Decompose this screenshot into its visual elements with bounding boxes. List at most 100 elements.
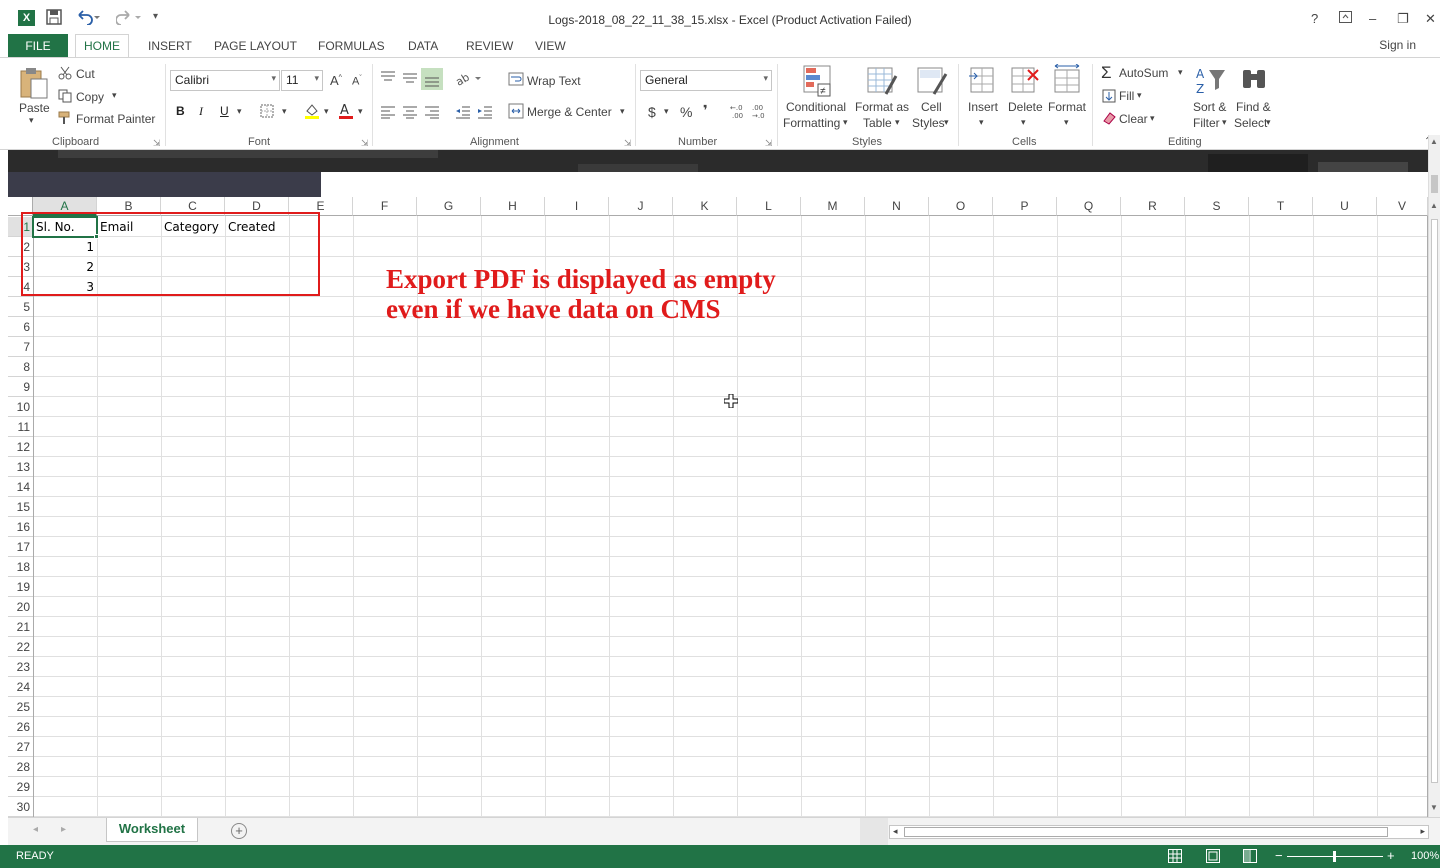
fill-color-dropdown-icon[interactable]: ▾ xyxy=(324,106,329,117)
split-handle[interactable] xyxy=(860,818,888,845)
number-format-select[interactable]: General ▾ xyxy=(640,70,772,91)
font-launcher-icon[interactable]: ⇲ xyxy=(361,138,369,149)
increase-indent-icon[interactable] xyxy=(477,105,493,122)
italic-button[interactable]: I xyxy=(199,104,203,119)
format-as-table-label[interactable]: Format as xyxy=(855,100,909,114)
align-top-icon[interactable] xyxy=(380,70,396,87)
row-header[interactable]: 22 xyxy=(8,637,33,657)
paste-icon[interactable] xyxy=(18,66,50,103)
row-header[interactable]: 11 xyxy=(8,417,33,437)
align-bottom-icon[interactable] xyxy=(421,68,443,93)
tab-insert[interactable]: INSERT xyxy=(148,39,192,53)
paste-label[interactable]: Paste xyxy=(19,101,50,115)
row-header[interactable]: 25 xyxy=(8,697,33,717)
column-header[interactable]: G xyxy=(417,197,481,216)
fill-dropdown-icon[interactable]: ▾ xyxy=(1137,90,1142,101)
format-painter-label[interactable]: Format Painter xyxy=(76,112,155,126)
insert-dropdown-icon[interactable]: ▾ xyxy=(979,117,984,128)
prev-sheet-icon[interactable]: ◂ xyxy=(33,824,38,835)
tab-review[interactable]: REVIEW xyxy=(466,39,513,53)
ribbon-display-icon[interactable] xyxy=(1339,11,1352,26)
shrink-font-icon[interactable]: Aˇ xyxy=(352,75,362,88)
customize-qat-icon[interactable]: ▾ xyxy=(153,11,158,22)
zoom-out-icon[interactable]: − xyxy=(1275,848,1283,863)
zoom-slider-thumb[interactable] xyxy=(1333,851,1336,862)
column-header[interactable]: L xyxy=(737,197,801,216)
increase-decimal-icon[interactable]: ←.0.00 xyxy=(730,103,748,122)
row-header[interactable]: 6 xyxy=(8,317,33,337)
column-header[interactable]: F xyxy=(353,197,417,216)
autosum-label[interactable]: AutoSum xyxy=(1119,66,1168,80)
cut-label[interactable]: Cut xyxy=(76,67,95,81)
align-center-icon[interactable] xyxy=(402,105,418,122)
conditional-formatting-icon[interactable]: ≠ xyxy=(802,64,832,101)
delete-cells-label[interactable]: Delete xyxy=(1008,100,1043,114)
orientation-icon[interactable]: ab xyxy=(453,70,481,89)
tab-view[interactable]: VIEW xyxy=(535,39,566,53)
decrease-indent-icon[interactable] xyxy=(455,105,471,122)
number-launcher-icon[interactable]: ⇲ xyxy=(765,138,773,149)
font-color-icon[interactable]: A xyxy=(337,102,355,123)
fill-color-icon[interactable] xyxy=(303,102,321,123)
underline-button[interactable]: U xyxy=(220,104,229,118)
autosum-icon[interactable]: Σ xyxy=(1101,63,1112,83)
row-header[interactable]: 14 xyxy=(8,477,33,497)
column-header[interactable]: M xyxy=(801,197,865,216)
column-header[interactable]: J xyxy=(609,197,673,216)
next-sheet-icon[interactable]: ▸ xyxy=(61,824,66,835)
merge-dropdown-icon[interactable]: ▾ xyxy=(620,106,625,117)
row-header[interactable]: 12 xyxy=(8,437,33,457)
currency-button[interactable]: $ xyxy=(648,104,656,120)
row-header[interactable]: 5 xyxy=(8,297,33,317)
scroll-up-icon[interactable]: ▲ xyxy=(1430,137,1438,146)
currency-dropdown-icon[interactable]: ▾ xyxy=(664,106,669,117)
vertical-scrollbar[interactable]: ▲ ▲ ▼ xyxy=(1428,135,1440,817)
copy-dropdown-icon[interactable]: ▾ xyxy=(112,90,117,101)
row-header[interactable]: 8 xyxy=(8,357,33,377)
sort-filter-icon[interactable]: AZ xyxy=(1195,66,1227,99)
format-cells-label[interactable]: Format xyxy=(1048,100,1086,114)
font-color-dropdown-icon[interactable]: ▾ xyxy=(358,106,363,117)
copy-label[interactable]: Copy xyxy=(76,90,104,104)
redo-icon[interactable] xyxy=(115,9,142,28)
scroll-thumb[interactable] xyxy=(1431,175,1438,193)
fill-icon[interactable] xyxy=(1102,89,1116,106)
tab-page-layout[interactable]: PAGE LAYOUT xyxy=(214,39,297,53)
wrap-text-icon[interactable] xyxy=(508,72,524,89)
row-header[interactable]: 13 xyxy=(8,457,33,477)
tab-data[interactable]: DATA xyxy=(408,39,438,53)
decrease-decimal-icon[interactable]: .00 →.0 xyxy=(752,103,770,122)
clear-icon[interactable] xyxy=(1102,111,1116,128)
restore-button[interactable]: ❐ xyxy=(1397,11,1409,27)
cell-styles-icon[interactable] xyxy=(916,64,948,101)
column-header[interactable]: K xyxy=(673,197,737,216)
row-header[interactable]: 18 xyxy=(8,557,33,577)
help-button[interactable]: ? xyxy=(1311,11,1318,26)
column-header[interactable]: H xyxy=(481,197,545,216)
delete-cells-icon[interactable] xyxy=(1010,64,1040,99)
paste-dropdown-icon[interactable]: ▾ xyxy=(29,115,34,126)
column-header[interactable]: O xyxy=(929,197,993,216)
horizontal-scroll-thumb[interactable] xyxy=(904,827,1388,837)
format-dropdown-icon[interactable]: ▾ xyxy=(1064,117,1069,128)
page-layout-view-icon[interactable] xyxy=(1206,849,1220,866)
save-icon[interactable] xyxy=(46,9,62,28)
scroll-track-thumb[interactable] xyxy=(1431,219,1438,783)
row-header[interactable]: 28 xyxy=(8,757,33,777)
column-header[interactable]: T xyxy=(1249,197,1313,216)
conditional-dropdown-icon[interactable]: ▾ xyxy=(843,117,848,128)
conditional-formatting-label[interactable]: Conditional xyxy=(786,100,846,114)
find-select-label[interactable]: Find & xyxy=(1236,100,1271,114)
page-break-view-icon[interactable] xyxy=(1243,849,1257,866)
clear-label[interactable]: Clear xyxy=(1119,112,1148,126)
add-sheet-button[interactable]: + xyxy=(231,823,247,839)
column-header[interactable]: I xyxy=(545,197,609,216)
row-header[interactable]: 24 xyxy=(8,677,33,697)
row-header[interactable]: 29 xyxy=(8,777,33,797)
find-select-dropdown-icon[interactable]: ▾ xyxy=(1266,117,1271,128)
tab-file[interactable]: FILE xyxy=(8,34,68,58)
scroll-down-icon[interactable]: ▼ xyxy=(1430,803,1438,812)
minimize-button[interactable]: – xyxy=(1369,11,1376,26)
row-header[interactable]: 7 xyxy=(8,337,33,357)
horizontal-scrollbar[interactable]: ◂ ▸ xyxy=(889,825,1429,839)
